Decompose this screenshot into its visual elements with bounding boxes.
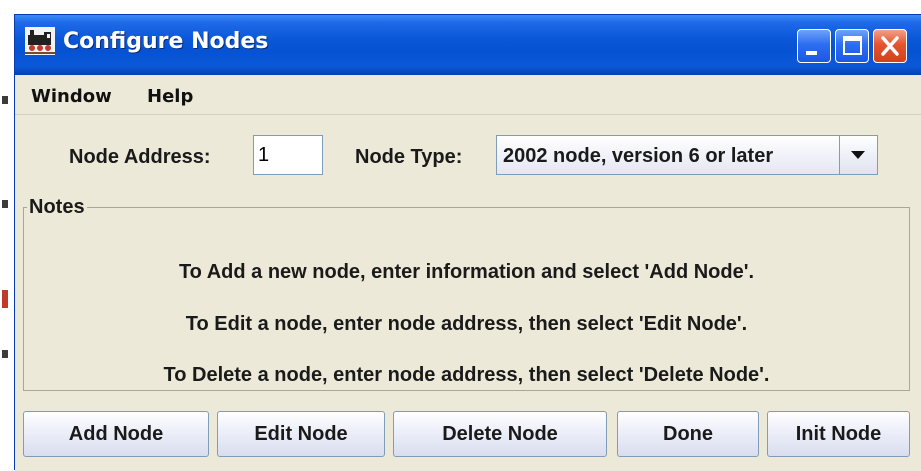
node-type-dropdown[interactable]: 2002 node, version 6 or later [496, 135, 878, 175]
node-address-label: Node Address: [69, 146, 211, 168]
notes-title: Notes [27, 196, 87, 219]
desktop-artifact [2, 350, 8, 358]
menu-window[interactable]: Window [31, 86, 112, 107]
dropdown-arrow-button[interactable] [839, 136, 877, 174]
node-address-input[interactable] [253, 135, 323, 175]
init-node-button[interactable]: Init Node [767, 411, 910, 457]
minimize-icon [806, 51, 817, 55]
maximize-icon [843, 36, 862, 55]
note-add-instruction: To Add a new node, enter information and… [178, 261, 755, 283]
minimize-button[interactable] [797, 29, 831, 63]
desktop-background [0, 0, 14, 470]
node-type-selected-value: 2002 node, version 6 or later [503, 145, 774, 167]
title-bar[interactable]: Configure Nodes [15, 15, 921, 75]
configure-nodes-window: Configure Nodes Window Help Node Address… [14, 14, 921, 471]
edit-node-button[interactable]: Edit Node [217, 411, 385, 457]
add-node-button[interactable]: Add Node [23, 411, 209, 457]
content-panel: Node Address: Node Type: 2002 node, vers… [15, 115, 921, 471]
desktop-artifact [2, 96, 8, 104]
node-type-label: Node Type: [355, 146, 463, 168]
close-button[interactable] [873, 29, 907, 63]
note-edit-instruction: To Edit a node, enter node address, then… [185, 313, 748, 335]
locomotive-icon[interactable] [25, 27, 55, 55]
delete-node-button[interactable]: Delete Node [393, 411, 607, 457]
menu-bar: Window Help [15, 75, 921, 115]
menu-help[interactable]: Help [147, 86, 193, 107]
note-delete-instruction: To Delete a node, enter node address, th… [163, 364, 770, 386]
maximize-button[interactable] [835, 29, 869, 63]
done-button[interactable]: Done [617, 411, 759, 457]
desktop-artifact [2, 290, 8, 308]
chevron-down-icon [851, 151, 865, 159]
window-title: Configure Nodes [63, 29, 269, 54]
desktop-artifact [2, 200, 8, 208]
close-icon [881, 36, 899, 56]
